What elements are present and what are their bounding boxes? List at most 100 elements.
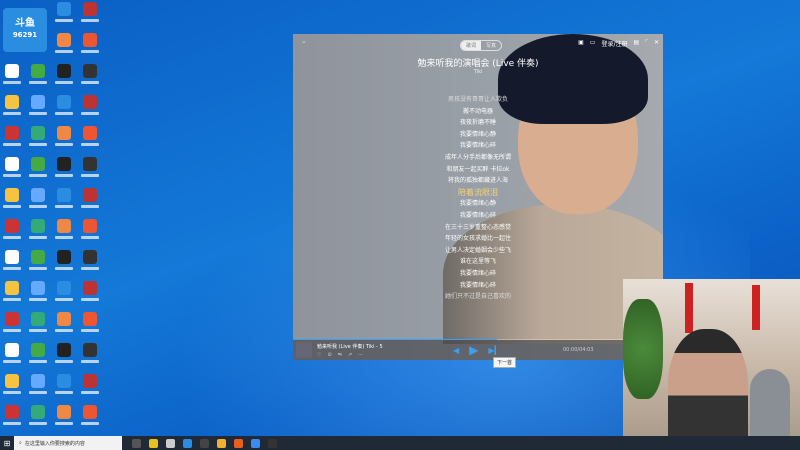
desktop-icon[interactable] [80,2,100,26]
now-playing-artist[interactable]: Tiki - 5 [366,344,383,350]
lyric-line[interactable]: 我要情绪心碎 [393,140,563,152]
taskbar-app-icon[interactable] [268,438,277,448]
desktop-icon[interactable] [80,95,100,119]
desktop-icon[interactable] [80,33,100,57]
desktop-icon[interactable] [28,126,48,150]
taskbar-app-icon[interactable] [234,438,243,448]
desktop-icon[interactable] [28,374,48,398]
desktop-icon[interactable] [54,126,74,150]
desktop-icon[interactable] [80,374,100,398]
taskbar-app-icon[interactable] [217,438,226,448]
mini-mode-icon[interactable]: ▤ [633,39,639,48]
desktop-icon[interactable] [28,188,48,212]
desktop-icon[interactable] [80,405,100,429]
desktop-icon[interactable] [80,219,100,243]
desktop-icon[interactable] [54,343,74,367]
album-thumbnail[interactable] [296,342,312,358]
desktop-icon[interactable] [2,219,22,243]
windows-start-icon[interactable]: ⊞ [0,439,14,448]
desktop-icon[interactable] [28,281,48,305]
lyric-line[interactable]: 在三十三岁重整心态感觉 [393,222,563,234]
desktop-icon[interactable] [2,95,22,119]
desktop-icon[interactable] [80,312,100,336]
desktop-icon[interactable] [54,64,74,88]
lyric-line[interactable]: 陪着流眼泪 [393,187,563,199]
play-icon[interactable]: ▶ [469,343,478,357]
desktop-icon[interactable] [54,157,74,181]
desktop-icon[interactable] [2,157,22,181]
lyric-line[interactable]: 年轻的女孩求婚比一起住 [393,233,563,245]
desktop-icon[interactable] [28,250,48,274]
previous-icon[interactable]: ◀ [453,346,459,355]
skin-icon[interactable]: ▣ [578,39,584,48]
taskbar-app-icon[interactable] [251,438,260,448]
desktop-icon[interactable] [28,219,48,243]
taskbar-search[interactable]: ⌕ 在这里输入你要搜索的内容 [14,436,122,450]
desktop-icon[interactable] [2,312,22,336]
desktop-icon[interactable] [2,126,22,150]
like-icon[interactable]: ♡ [317,352,321,358]
taskbar-app-icon[interactable] [183,438,192,448]
desktop-icon[interactable] [80,281,100,305]
taskbar-app-icon[interactable] [200,438,209,448]
desktop-icon[interactable] [28,64,48,88]
mv-icon[interactable]: ⇋ [338,352,342,358]
desktop-icon[interactable] [54,281,74,305]
desktop-icon[interactable] [2,343,22,367]
desktop-icon[interactable] [28,95,48,119]
desktop-icon[interactable] [54,250,74,274]
close-icon[interactable]: ✕ [654,39,659,48]
share-icon[interactable]: ↗ [348,352,352,358]
lyric-line[interactable]: 将我的孤独都藏进人海 [393,175,563,187]
desktop-icon[interactable] [80,157,100,181]
lyric-line[interactable]: 我要情绪心碎 [393,280,563,292]
desktop-icon[interactable] [54,374,74,398]
lyric-line[interactable]: 男孩没有哥哥让人欺负 [393,94,563,106]
desktop-icon[interactable] [54,33,74,57]
desktop-icon[interactable] [54,2,74,26]
lyric-line[interactable]: 我要情绪心静 [393,198,563,210]
desktop-icon[interactable] [28,312,48,336]
next-icon[interactable]: ▶▎ [488,346,500,355]
desktop-icon[interactable] [54,219,74,243]
desktop-icon[interactable] [54,312,74,336]
desktop-icon[interactable] [54,405,74,429]
lyric-line[interactable]: 我要情绪心碎 [393,210,563,222]
lyric-line[interactable]: 我要情绪心静 [393,129,563,141]
login-button[interactable]: 登录/注册 [601,39,627,48]
now-playing-title[interactable]: 勉来听我 (Live 伴奏) [317,344,364,350]
desktop-icon[interactable] [2,250,22,274]
desktop-icon[interactable] [54,188,74,212]
lyric-line[interactable]: 谁在这里等飞 [393,256,563,268]
desktop-icon[interactable] [80,188,100,212]
desktop-icon[interactable] [54,95,74,119]
desktop-icon[interactable] [28,405,48,429]
more-icon[interactable]: ⋯ [358,352,363,358]
desktop-icon[interactable] [2,405,22,429]
message-icon[interactable]: ▭ [590,39,596,48]
taskbar-app-icon[interactable] [149,438,158,448]
desktop-icon[interactable] [80,343,100,367]
lyric-line[interactable]: 让男人决定婚姻会少些飞 [393,245,563,257]
lyric-line[interactable]: 她们只不过是自己喜欢的 [393,291,563,303]
desktop-icon[interactable] [80,126,100,150]
desktop-icon[interactable] [80,250,100,274]
lyric-line[interactable]: 搬不动电器 [393,106,563,118]
taskbar-app-icon[interactable] [166,438,175,448]
lyric-line[interactable]: 我要情绪心碎 [393,268,563,280]
maximize-icon[interactable]: ⌜ [645,39,648,48]
tab-photos[interactable]: 写真 [481,41,501,50]
lyric-line[interactable]: 和朋友一起买醉 卡拉ok [393,164,563,176]
download-icon[interactable]: ⊙ [327,352,331,358]
desktop-icon[interactable] [2,188,22,212]
desktop-icon[interactable] [2,374,22,398]
lyric-line[interactable]: 夜夜折磨不睡 [393,117,563,129]
taskbar-app-icon[interactable] [132,438,141,448]
desktop-icon[interactable] [80,64,100,88]
desktop-icon[interactable] [2,64,22,88]
collapse-icon[interactable]: ⌄ [301,37,307,45]
desktop-icon[interactable] [28,343,48,367]
lyric-line[interactable]: 成年人分手后都像无所谓 [393,152,563,164]
desktop-icon[interactable] [2,281,22,305]
desktop-icon[interactable] [28,157,48,181]
